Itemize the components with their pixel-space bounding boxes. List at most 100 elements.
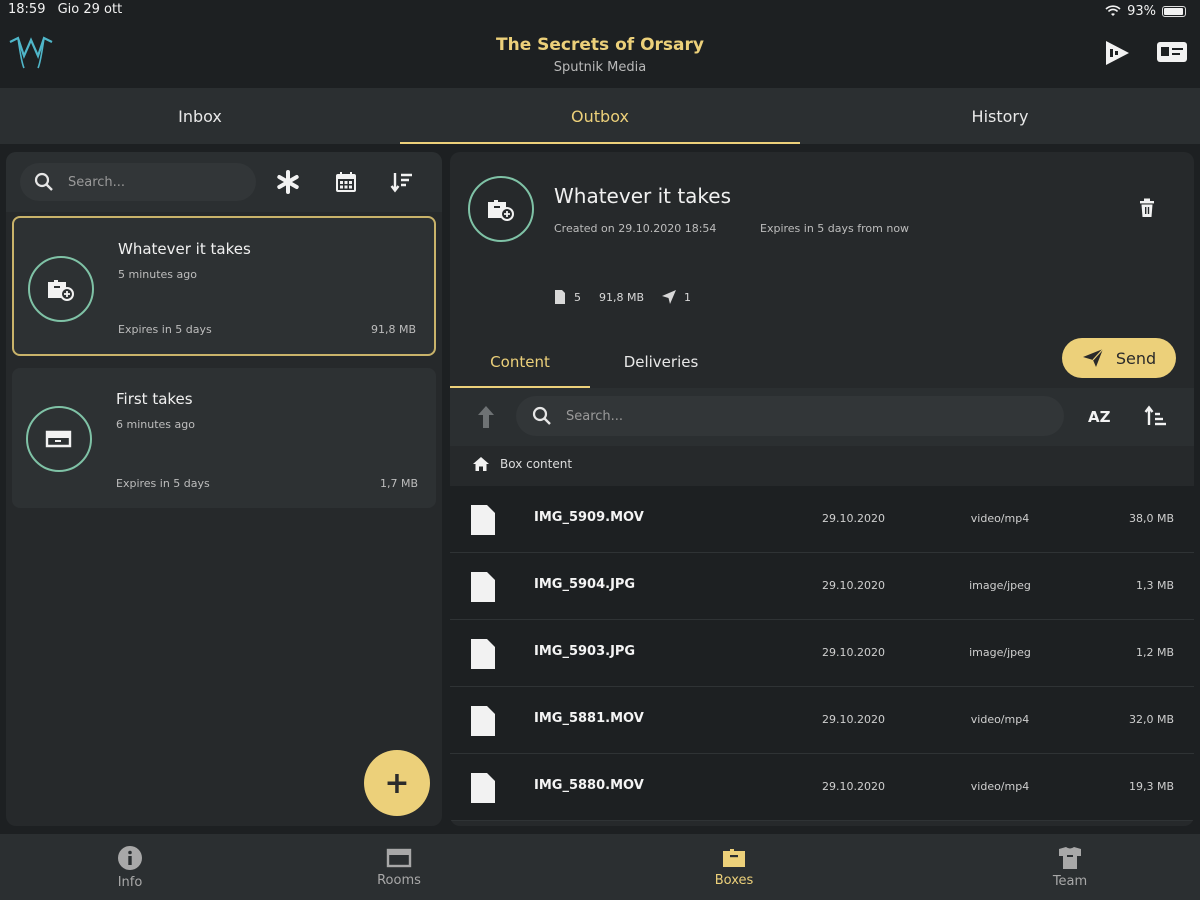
nav-team[interactable]: Team xyxy=(1010,834,1130,900)
tab-inbox[interactable]: Inbox xyxy=(0,88,400,144)
file-table: IMG_5909.MOV 29.10.2020 video/mp4 38,0 M… xyxy=(450,486,1194,821)
box-search-input[interactable] xyxy=(68,174,208,190)
file-size: 1,3 MB xyxy=(1135,579,1174,592)
player-icon[interactable] xyxy=(1102,38,1132,68)
file-date: 29.10.2020 xyxy=(822,646,885,659)
file-icon xyxy=(471,505,495,535)
tab-history[interactable]: History xyxy=(800,88,1200,144)
nav-info-label: Info xyxy=(117,874,143,890)
detail-expires: Expires in 5 days from now xyxy=(760,222,910,235)
table-row[interactable]: IMG_5903.JPG 29.10.2020 image/jpeg 1,2 M… xyxy=(450,620,1194,687)
page-title: The Secrets of Orsary xyxy=(496,35,704,55)
file-name: IMG_5881.MOV xyxy=(534,711,644,726)
content-search[interactable] xyxy=(516,396,1064,436)
file-date: 29.10.2020 xyxy=(822,512,885,525)
info-icon xyxy=(118,845,142,870)
team-icon xyxy=(1059,846,1081,869)
box-card[interactable]: First takes 6 minutes ago Expires in 5 d… xyxy=(12,368,436,508)
table-row[interactable]: IMG_5881.MOV 29.10.2020 video/mp4 32,0 M… xyxy=(450,687,1194,754)
files-count: 5 xyxy=(574,290,581,304)
box-avatar xyxy=(28,256,94,322)
nav-info[interactable]: Info xyxy=(70,834,190,900)
box-card[interactable]: Whatever it takes 5 minutes ago Expires … xyxy=(12,216,436,356)
file-type: video/mp4 xyxy=(970,780,1030,793)
file-date: 29.10.2020 xyxy=(822,713,885,726)
box-size: 1,7 MB xyxy=(379,477,418,490)
file-type: image/jpeg xyxy=(969,646,1031,659)
sort-az-button[interactable]: AZ xyxy=(1088,408,1111,426)
detail-stats: 5 91,8 MB 1 xyxy=(554,290,709,304)
tab-outbox[interactable]: Outbox xyxy=(400,88,800,144)
nav-rooms-label: Rooms xyxy=(377,872,421,888)
file-name: IMG_5909.MOV xyxy=(534,510,644,525)
nav-boxes[interactable]: Boxes xyxy=(674,834,794,900)
file-icon xyxy=(471,706,495,736)
calendar-icon[interactable] xyxy=(334,170,358,194)
nav-boxes-label: Boxes xyxy=(714,872,754,888)
sort-order-icon[interactable] xyxy=(1144,405,1168,427)
battery-percent: 93% xyxy=(1127,3,1156,19)
total-size: 91,8 MB xyxy=(599,290,645,304)
table-row[interactable]: IMG_5904.JPG 29.10.2020 image/jpeg 1,3 M… xyxy=(450,553,1194,620)
id-card-icon[interactable] xyxy=(1156,38,1188,66)
arrow-up-icon[interactable] xyxy=(476,404,496,430)
wifi-icon xyxy=(1105,5,1121,16)
nav-rooms[interactable]: Rooms xyxy=(339,834,459,900)
folder-icon xyxy=(45,430,72,448)
box-expires: Expires in 5 days xyxy=(116,477,210,490)
file-size: 19,3 MB xyxy=(1128,780,1174,793)
box-search[interactable] xyxy=(20,163,256,201)
box-add-icon xyxy=(48,280,74,301)
file-name: IMG_5904.JPG xyxy=(534,577,636,592)
box-size: 91,8 MB xyxy=(370,323,416,336)
file-icon xyxy=(471,773,495,803)
add-box-button[interactable]: + xyxy=(364,750,430,816)
file-name: IMG_5880.MOV xyxy=(534,778,644,793)
detail-created: Created on 29.10.2020 18:54 xyxy=(554,222,717,235)
file-icon xyxy=(555,290,565,304)
table-row[interactable]: IMG_5880.MOV 29.10.2020 video/mp4 19,3 M… xyxy=(450,754,1194,821)
status-date: Gio 29 ott xyxy=(57,2,123,17)
file-date: 29.10.2020 xyxy=(822,780,885,793)
breadcrumb[interactable]: Box content xyxy=(472,456,572,472)
file-size: 32,0 MB xyxy=(1128,713,1174,726)
sort-icon[interactable] xyxy=(390,170,414,194)
file-icon xyxy=(471,572,495,602)
box-title: First takes xyxy=(116,390,193,408)
file-type: video/mp4 xyxy=(970,512,1030,525)
asterisk-icon[interactable] xyxy=(276,170,300,194)
detail-avatar xyxy=(468,176,534,242)
box-list-toolbar xyxy=(6,152,442,212)
content-search-input[interactable] xyxy=(566,408,706,424)
status-time: 18:59 xyxy=(8,2,46,17)
send-button[interactable]: Send xyxy=(1062,338,1176,378)
box-title: Whatever it takes xyxy=(118,240,251,258)
box-add-icon xyxy=(488,200,514,221)
box-detail-panel: Whatever it takes Created on 29.10.2020 … xyxy=(450,152,1194,826)
rooms-icon xyxy=(386,848,412,867)
send-icon xyxy=(662,290,677,304)
file-size: 38,0 MB xyxy=(1128,512,1174,525)
trash-icon[interactable] xyxy=(1138,198,1156,218)
table-row[interactable]: IMG_5909.MOV 29.10.2020 video/mp4 38,0 M… xyxy=(450,486,1194,553)
detail-title: Whatever it takes xyxy=(554,184,732,208)
tab-deliveries[interactable]: Deliveries xyxy=(590,336,732,388)
box-list-panel: Whatever it takes 5 minutes ago Expires … xyxy=(6,152,442,826)
nav-team-label: Team xyxy=(1052,873,1088,889)
battery-icon xyxy=(1162,5,1186,17)
search-icon xyxy=(532,406,551,425)
tab-content[interactable]: Content xyxy=(450,336,590,388)
breadcrumb-label: Box content xyxy=(500,457,573,471)
bottom-nav: Info Rooms Boxes Team xyxy=(0,834,1200,900)
box-expires: Expires in 5 days xyxy=(118,323,212,336)
file-icon xyxy=(471,639,495,669)
sent-count: 1 xyxy=(684,290,692,304)
box-time: 6 minutes ago xyxy=(116,418,195,431)
box-time: 5 minutes ago xyxy=(118,268,197,281)
send-icon xyxy=(1082,348,1104,367)
app-header: The Secrets of Orsary Sputnik Media xyxy=(0,20,1200,88)
main-tabs: Inbox Outbox History xyxy=(0,88,1200,144)
file-name: IMG_5903.JPG xyxy=(534,644,636,659)
send-label: Send xyxy=(1115,348,1157,368)
file-type: video/mp4 xyxy=(970,713,1030,726)
